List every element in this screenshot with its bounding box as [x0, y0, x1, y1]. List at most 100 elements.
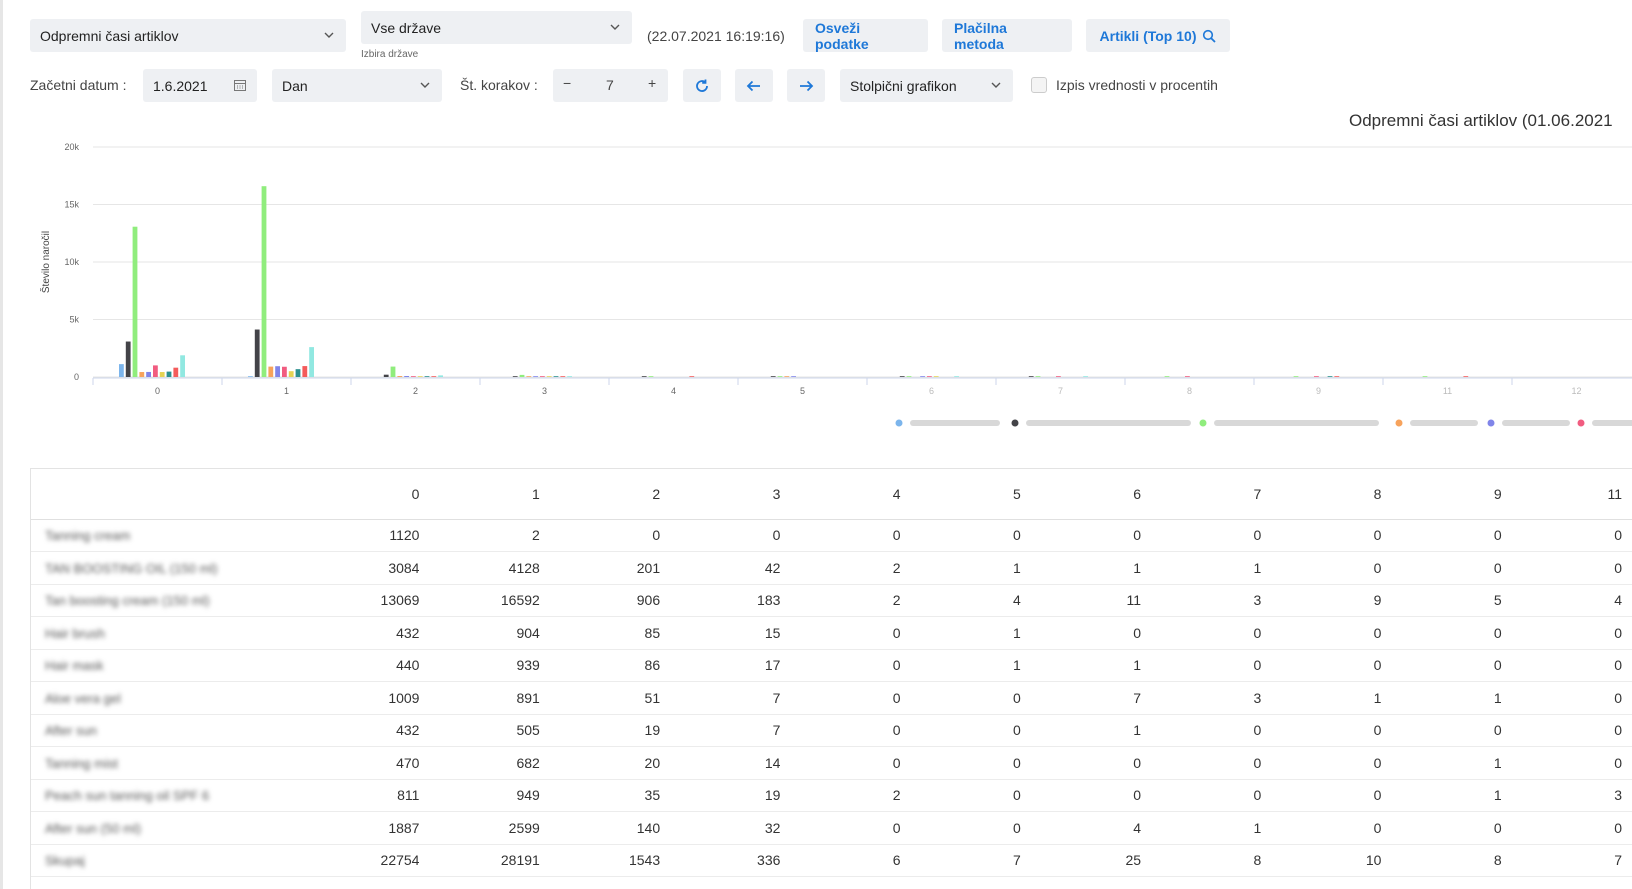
chart-type-select[interactable]: Stolpični grafikon [840, 69, 1013, 102]
table-cell: 22754 [309, 844, 430, 877]
table-cell: 19 [549, 714, 671, 747]
table-cell: 17 [670, 649, 791, 682]
table-cell: 0 [910, 779, 1031, 812]
table-row: Aloe vera gel 1009 891 51 7 0 0 7 3 1 1 0 [31, 681, 1632, 715]
table-cell: 8 [1391, 844, 1512, 877]
table-cell: 85 [549, 616, 671, 650]
next-button[interactable] [787, 69, 825, 102]
start-date-input[interactable]: 1.6.2021 [143, 69, 257, 102]
x-tick-label: 3 [542, 386, 547, 396]
table-cell: 1 [1151, 811, 1272, 845]
row-label: Tan boosting cream (150 ml) [31, 584, 310, 617]
refresh-button[interactable] [683, 69, 721, 102]
table-cell: 0 [790, 681, 911, 715]
table-cell: 0 [1511, 551, 1632, 585]
last-updated-timestamp: (22.07.2021 16:19:16) [647, 28, 785, 44]
y-tick-label: 10k [64, 257, 79, 267]
table-cell: 1 [1391, 746, 1512, 780]
table-cell: 949 [429, 779, 550, 812]
percent-checkbox[interactable] [1031, 77, 1047, 93]
calendar-icon[interactable] [233, 78, 247, 92]
steps-value[interactable]: 7 [606, 77, 614, 93]
x-tick-label: 8 [1187, 386, 1192, 396]
previous-button[interactable] [735, 69, 773, 102]
period-select-value: Dan [282, 77, 308, 94]
x-tick-label: 0 [155, 386, 160, 396]
bar [146, 371, 151, 377]
bar [927, 376, 932, 377]
bar [302, 366, 308, 377]
table-cell: 1 [910, 649, 1031, 682]
table-cell: 32 [670, 811, 791, 845]
bar [512, 376, 518, 377]
table-cell: 0 [1511, 811, 1632, 845]
table-cell: 0 [1511, 714, 1632, 747]
table-cell: 0 [1271, 649, 1392, 682]
table-row: TAN BOOSTING OIL (150 ml) 3084 4128 201 42 2 1… [31, 551, 1632, 585]
table-cell: 2 [429, 519, 550, 552]
table-cell: 906 [549, 584, 671, 617]
table-cell: 440 [309, 649, 430, 682]
table-cell: 0 [790, 616, 911, 650]
arrow-right-icon [800, 80, 814, 91]
refresh-data-label: Osveži podatke [815, 19, 869, 52]
row-label: TAN BOOSTING OIL (150 ml) [31, 551, 310, 585]
minus-icon[interactable]: − [563, 75, 571, 91]
x-tick-label: 9 [1316, 386, 1321, 396]
top-articles-button[interactable]: Artikli (Top 10) [1086, 19, 1230, 52]
bar [431, 376, 437, 377]
report-select-value: Odpremni časi artiklov [40, 27, 179, 44]
table-cell: 0 [1271, 779, 1392, 812]
legend-label [1026, 420, 1191, 426]
refresh-data-button[interactable]: Osveži podatke [803, 19, 928, 52]
table-column-header: 0 [309, 469, 430, 520]
table-cell: 811 [309, 779, 430, 812]
legend-marker [1011, 419, 1019, 427]
country-select[interactable]: Vse države [361, 11, 632, 44]
plus-icon[interactable]: + [648, 75, 656, 91]
bar [254, 329, 260, 377]
table-cell: 5 [1391, 584, 1512, 617]
table-cell: 682 [429, 746, 550, 780]
table-cell: 9 [1271, 584, 1392, 617]
table-row: Tan boosting cream (150 ml) 13069 16592 906… [31, 584, 1632, 617]
x-tick-label: 7 [1058, 386, 1063, 396]
table-column-header: 2 [549, 469, 671, 520]
table-cell: 0 [910, 681, 1031, 715]
table-cell: 432 [309, 714, 430, 747]
row-label: Hair mask [31, 649, 310, 682]
payment-method-button[interactable]: Plačilna metoda [942, 19, 1072, 52]
row-label: Skupaj [31, 844, 310, 877]
table-cell: 1 [1030, 714, 1152, 747]
table-cell: 3084 [309, 551, 430, 585]
table-cell: 7 [1030, 681, 1152, 715]
table-cell: 15 [670, 616, 791, 650]
row-label: Peach sun tanning oil SPF 6 [31, 779, 310, 812]
table-cell: 0 [1151, 519, 1272, 552]
bar [275, 366, 280, 377]
y-axis-label: Število naročil [39, 231, 52, 293]
bar [540, 376, 545, 377]
table-cell: 0 [910, 746, 1031, 780]
steps-stepper[interactable]: − 7 + [553, 69, 668, 102]
table-cell: 0 [1511, 681, 1632, 715]
bar [526, 376, 532, 377]
table-cell: 7 [1511, 844, 1632, 877]
table-cell: 7 [910, 844, 1031, 877]
report-select[interactable]: Odpremni časi artiklov [30, 19, 346, 52]
table-cell: 0 [1391, 811, 1512, 845]
table-cell: 0 [790, 811, 911, 845]
table-cell: 2 [790, 551, 911, 585]
table-row: Hair brush 432 904 85 15 0 1 0 0 0 0 0 [31, 616, 1632, 650]
country-select-value: Vse države [371, 19, 442, 36]
bar [1035, 376, 1041, 377]
table-cell: 1 [1391, 681, 1512, 715]
period-select[interactable]: Dan [272, 69, 442, 102]
bar [560, 376, 566, 377]
table-cell: 0 [1151, 714, 1272, 747]
bar [288, 371, 294, 377]
bar [519, 374, 525, 377]
table-cell: 16592 [429, 584, 550, 617]
table-cell: 25 [1030, 844, 1152, 877]
table-cell: 51 [549, 681, 671, 715]
